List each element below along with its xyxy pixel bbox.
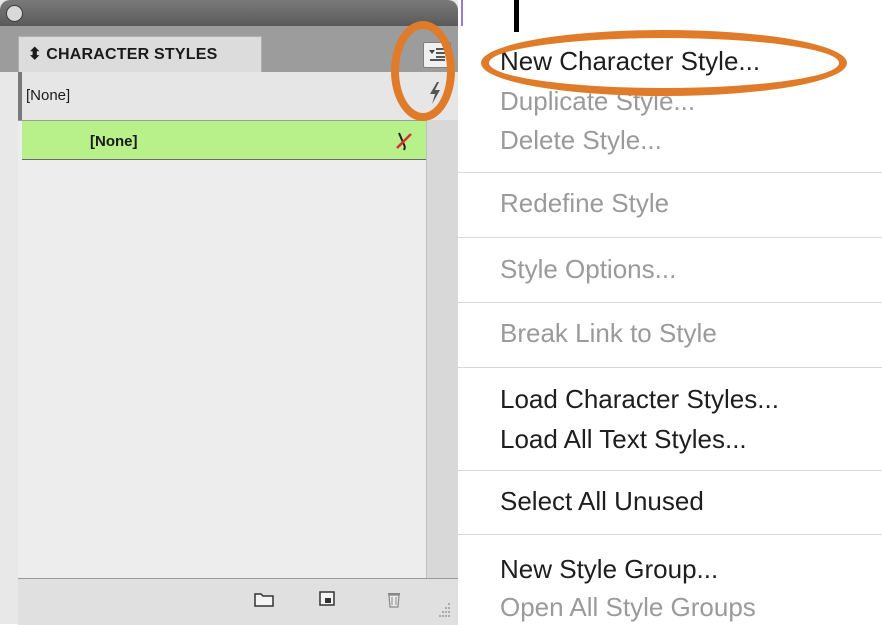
tab-label: ⬍ CHARACTER STYLES — [28, 46, 218, 63]
menu-item-style-options[interactable]: Style Options... — [500, 254, 676, 285]
resize-grip-icon[interactable] — [436, 600, 452, 618]
text-cursor — [514, 0, 519, 32]
menu-separator — [458, 470, 882, 471]
menu-separator — [458, 172, 882, 173]
menu-item-break-link[interactable]: Break Link to Style — [500, 318, 717, 349]
guide-line — [461, 0, 463, 26]
menu-item-delete-style[interactable]: Delete Style... — [500, 125, 662, 156]
menu-separator — [458, 534, 882, 535]
style-list — [18, 120, 426, 579]
menu-separator — [458, 367, 882, 368]
menu-item-select-all-unused[interactable]: Select All Unused — [500, 486, 704, 517]
list-item-label: [None] — [90, 133, 138, 150]
menu-item-load-all-text-styles[interactable]: Load All Text Styles... — [500, 424, 747, 455]
character-styles-panel: ⬍ CHARACTER STYLES [None] [None] — [0, 0, 459, 625]
menu-item-load-character-styles[interactable]: Load Character Styles... — [500, 384, 779, 415]
list-scrollbar[interactable] — [426, 120, 459, 578]
new-style-icon[interactable] — [318, 590, 338, 608]
no-edit-pencil-icon — [396, 132, 412, 151]
list-item[interactable] — [22, 121, 426, 160]
close-panel-button[interactable] — [6, 5, 23, 22]
trash-icon[interactable] — [384, 590, 404, 608]
folder-icon[interactable] — [254, 590, 274, 608]
menu-separator — [458, 302, 882, 303]
panel-title-bar[interactable] — [0, 0, 458, 26]
current-style-label: [None] — [26, 87, 71, 104]
highlight-ring-menu-button — [391, 21, 455, 121]
menu-item-open-all-style-groups[interactable]: Open All Style Groups — [500, 592, 756, 623]
menu-separator — [458, 237, 882, 238]
menu-item-new-style-group[interactable]: New Style Group... — [500, 554, 718, 585]
menu-item-redefine-style[interactable]: Redefine Style — [500, 188, 669, 219]
highlight-ring-new-style — [481, 30, 847, 96]
